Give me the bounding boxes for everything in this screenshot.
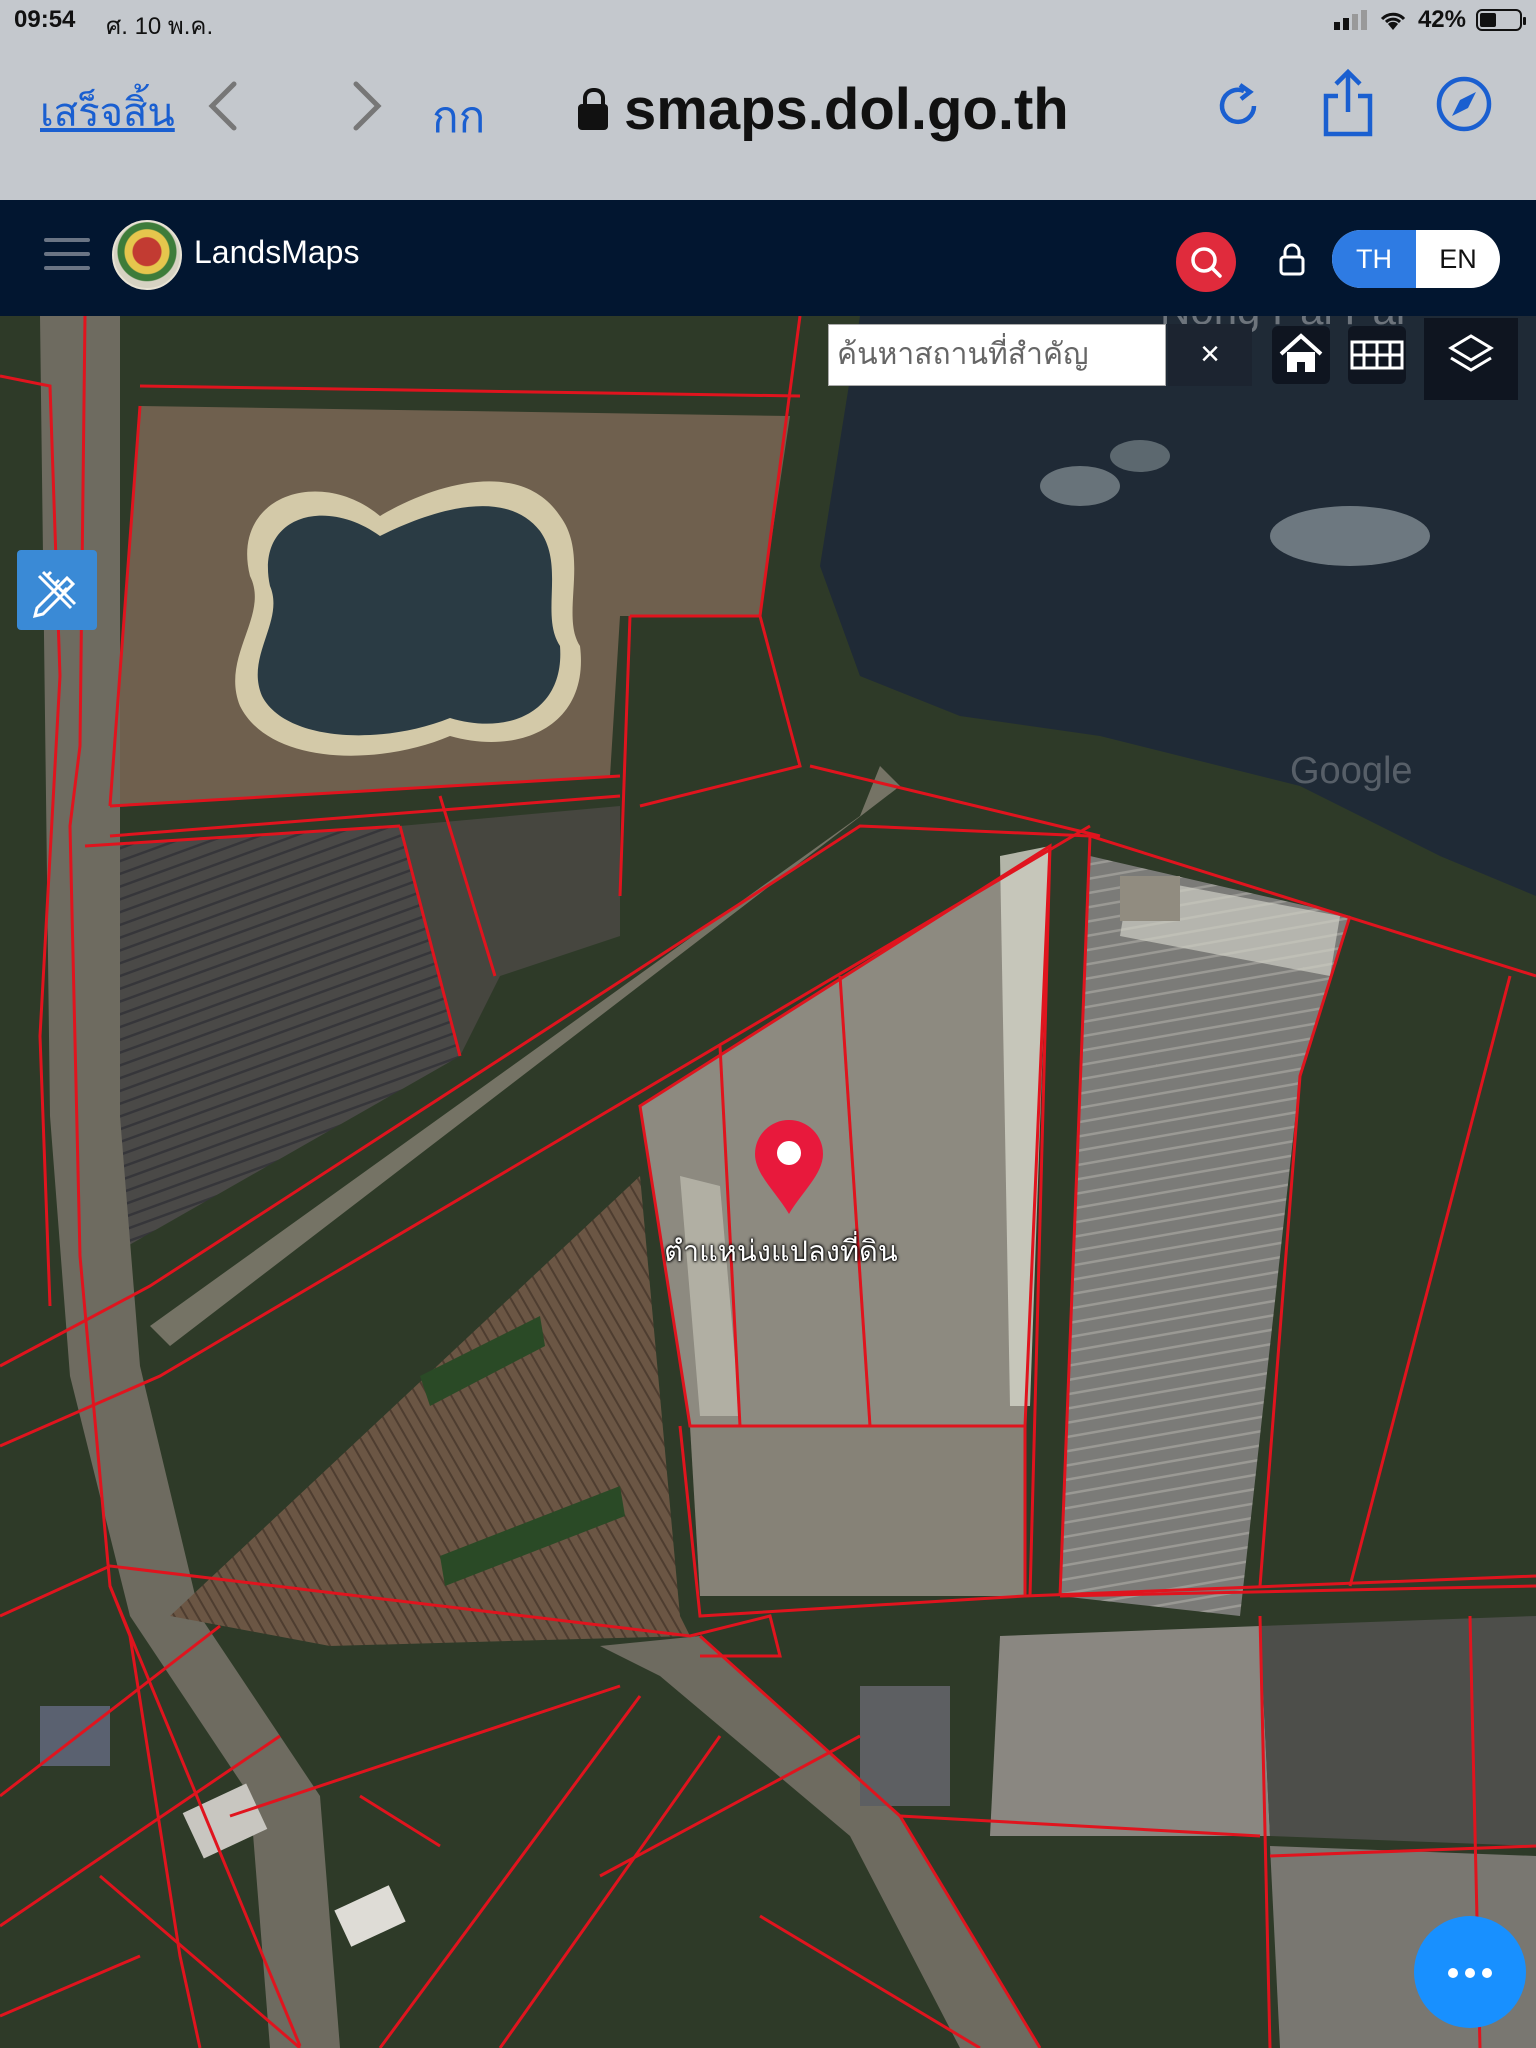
language-toggle[interactable]: TH EN [1332,230,1500,288]
lock-icon [578,87,608,130]
address-url: smaps.dol.go.th [624,77,1069,142]
menu-icon[interactable] [44,238,90,280]
pencil-ruler-icon [32,570,77,619]
share-icon[interactable] [1318,68,1378,140]
grid-icon [1350,340,1404,370]
browser-toolbar: เสร็จสิ้น กก smaps.dol.go.th [0,40,1536,200]
status-bar: 09:54 ศ. 10 พ.ค. 42% [0,0,1536,40]
wifi-icon [1380,12,1406,30]
map-view[interactable]: Nong Pai Pai Google [0,316,1536,2048]
home-button[interactable] [1272,326,1330,384]
lang-th-option[interactable]: TH [1332,230,1416,288]
search-icon [1191,247,1222,278]
app-navbar: LandsMaps TH EN [0,200,1536,316]
back-arrow-icon[interactable] [206,76,240,136]
location-pin-icon[interactable] [752,1118,826,1216]
draw-tool-button[interactable] [17,550,97,630]
cellular-signal-icon [1333,10,1367,30]
search-button[interactable] [1176,232,1236,292]
status-indicators: 42% [1333,6,1526,34]
compass-icon[interactable] [1434,74,1494,134]
done-button[interactable]: เสร็จสิ้น [40,80,175,144]
brand-name: LandsMaps [194,234,360,270]
layers-button[interactable] [1424,318,1518,400]
google-watermark: Google [1290,750,1413,792]
forward-arrow-icon[interactable] [350,76,384,136]
battery-percent: 42% [1417,6,1466,33]
lang-en-option[interactable]: EN [1416,230,1500,288]
grid-button[interactable] [1348,326,1406,384]
dol-logo [112,220,182,290]
layers-icon [1448,334,1494,372]
parcel-location-label: ตำแหน่งแปลงที่ดิน [664,1236,898,1268]
status-time: 09:54 [14,6,76,33]
place-search-input[interactable] [828,324,1166,386]
address-bar[interactable]: smaps.dol.go.th [578,76,1069,143]
search-clear-button[interactable]: × [1168,324,1252,386]
home-icon [1279,333,1323,372]
login-lock-icon[interactable] [1272,240,1312,280]
more-options-button[interactable] [1414,1916,1526,2028]
reload-icon[interactable] [1214,82,1262,130]
text-size-button[interactable]: กก [432,82,485,152]
battery-icon [1476,9,1526,31]
